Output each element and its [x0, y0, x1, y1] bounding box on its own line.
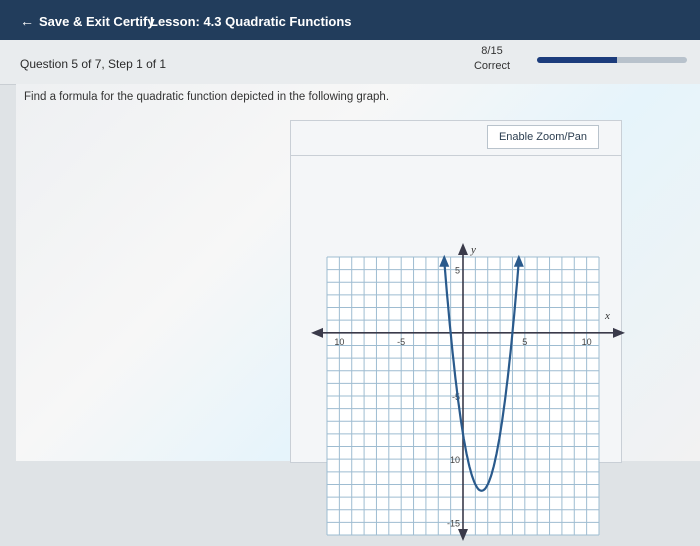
progress-fill — [537, 57, 617, 63]
graph-panel: Enable Zoom/Pan xy 10 -5 5 10 5 -5 10 -15 — [290, 120, 625, 541]
x-axis-right-arrow-icon — [613, 327, 625, 338]
question-bar: Question 5 of 7, Step 1 of 1 8/15 Correc… — [0, 40, 700, 85]
score-status: Correct — [473, 60, 511, 72]
y-tick-label: 10 — [450, 455, 460, 465]
y-tick-label: 5 — [455, 266, 460, 276]
top-bar: ← Save & Exit Certify Lesson: 4.3 Quadra… — [0, 0, 700, 40]
question-content: Find a formula for the quadratic functio… — [16, 84, 700, 541]
left-arrow-icon[interactable]: ← — [20, 13, 34, 29]
y-axis-label: y — [470, 244, 476, 256]
score-value: 8/15 — [481, 45, 503, 57]
y-tick-label: -15 — [447, 518, 460, 528]
score-display: 8/15 Correct — [462, 44, 522, 74]
save-exit-button[interactable]: Save & Exit Certify — [39, 14, 155, 29]
lesson-title: Lesson: 4.3 Quadratic Functions — [150, 14, 352, 29]
x-tick-label: 10 — [334, 337, 344, 347]
quadratic-graph[interactable]: xy 10 -5 5 105-510-15 — [17, 85, 700, 546]
progress-bar — [537, 57, 687, 63]
x-axis-label: x — [604, 310, 610, 322]
question-label: Question 5 of 7, Step 1 of 1 — [20, 57, 167, 71]
y-axis-up-arrow-icon — [458, 243, 468, 255]
x-tick-label: 5 — [522, 337, 527, 347]
x-tick-label: 10 — [582, 337, 592, 347]
x-tick-label: -5 — [397, 337, 405, 347]
x-axis-left-arrow-icon — [311, 327, 323, 338]
